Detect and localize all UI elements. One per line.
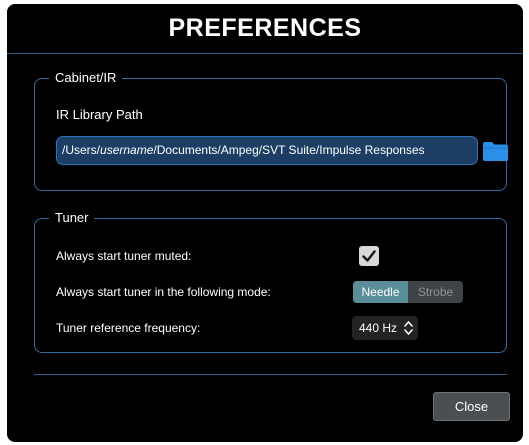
tuner-mode-toggle: Needle Strobe <box>353 281 463 303</box>
mode-needle-button[interactable]: Needle <box>353 281 408 303</box>
preferences-dialog: PREFERENCES Cabinet/IR IR Library Path /… <box>7 4 523 442</box>
stepper-arrows-icon[interactable] <box>404 320 413 336</box>
ir-library-path-field[interactable]: /Users/username/Documents/Ampeg/SVT Suit… <box>56 136 478 165</box>
frequency-value: 440 Hz <box>359 321 398 335</box>
title-divider <box>7 53 523 54</box>
tuner-frequency-stepper[interactable]: 440 Hz <box>352 316 418 340</box>
cabinet-ir-group: Cabinet/IR IR Library Path /Users/userna… <box>34 70 509 191</box>
checkmark-icon <box>362 250 376 262</box>
tuner-group: Tuner Always start tuner muted: Always s… <box>34 211 507 353</box>
folder-icon[interactable] <box>482 140 509 162</box>
tuner-mode-label: Always start tuner in the following mode… <box>56 285 271 299</box>
cabinet-ir-legend: Cabinet/IR <box>55 70 117 85</box>
dialog-title: PREFERENCES <box>168 14 362 42</box>
tuner-muted-label: Always start tuner muted: <box>56 249 192 263</box>
tuner-frequency-label: Tuner reference frequency: <box>56 321 201 335</box>
path-prefix: /Users/ <box>62 143 101 157</box>
ir-library-path-label: IR Library Path <box>56 107 143 122</box>
tuner-legend: Tuner <box>55 210 89 225</box>
footer-divider <box>34 374 507 375</box>
mode-strobe-button[interactable]: Strobe <box>408 281 463 303</box>
tuner-muted-checkbox[interactable] <box>359 246 379 266</box>
path-username: username <box>100 143 154 157</box>
path-suffix: /Documents/Ampeg/SVT Suite/Impulse Respo… <box>153 143 425 157</box>
close-button[interactable]: Close <box>433 392 510 421</box>
